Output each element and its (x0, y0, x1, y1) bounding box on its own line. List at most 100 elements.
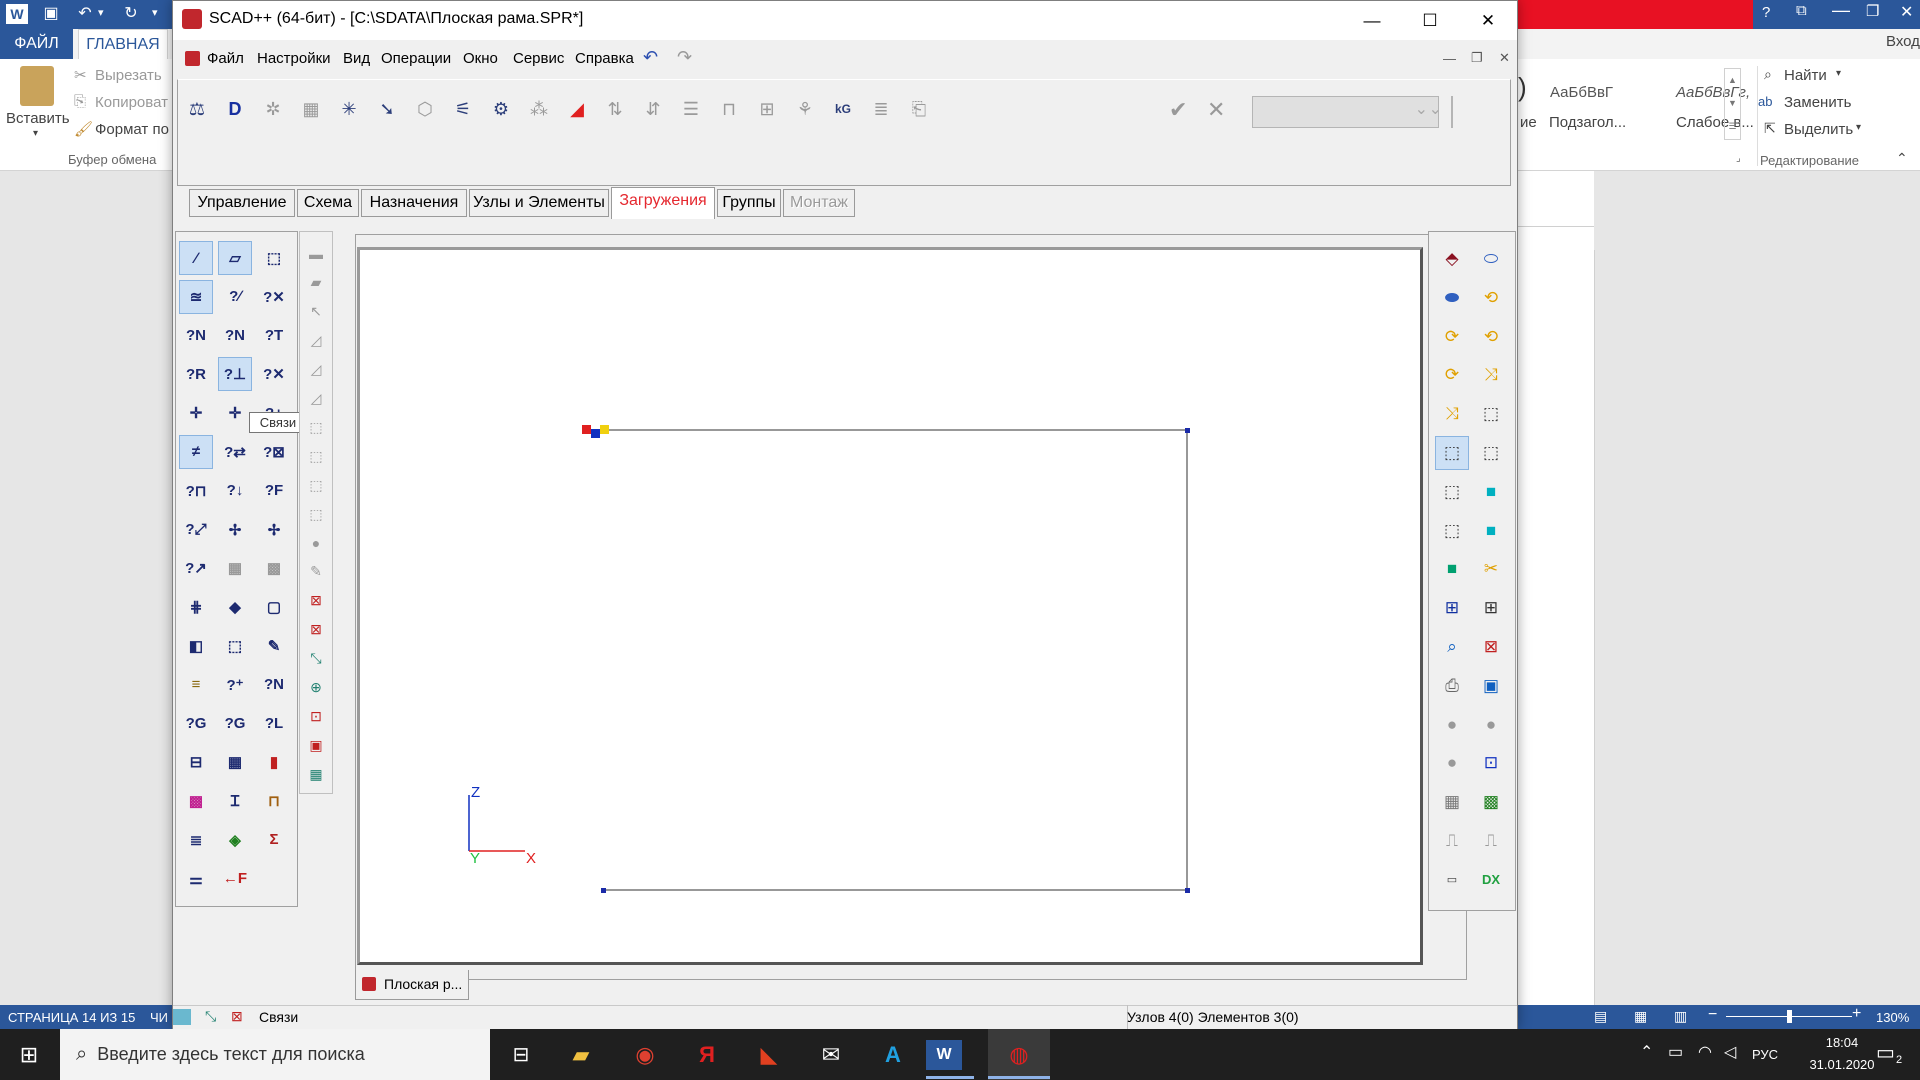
sliders-icon[interactable]: ⚌ (179, 862, 213, 896)
query-te-icon[interactable]: ?T (257, 319, 291, 353)
fragment-icon[interactable]: ⊞ (1435, 591, 1469, 625)
solid-tool-icon[interactable]: ⬚ (257, 241, 291, 275)
query-frame-icon[interactable]: ?⊠ (257, 435, 291, 469)
sec-tool-14-icon[interactable]: ⊠ (303, 617, 329, 643)
query-g-icon[interactable]: ?G (179, 707, 213, 741)
points-icon[interactable]: ⁂ (525, 95, 553, 123)
toolbar-combo-1[interactable] (1252, 96, 1439, 128)
query-l-icon[interactable]: ?L (257, 707, 291, 741)
chart-r-icon[interactable]: ▮ (257, 745, 291, 779)
scad-minimize-button[interactable]: — (1343, 1, 1401, 40)
node-star-icon[interactable]: ✳ (335, 95, 363, 123)
query-release-icon[interactable]: ?✕ (257, 357, 291, 391)
query-n-icon[interactable]: ?N (257, 668, 291, 702)
plate-icon[interactable]: ⬡ (411, 95, 439, 123)
constraints2-icon[interactable]: ✛ (218, 396, 252, 430)
d-dropdown-icon[interactable]: D (221, 95, 249, 123)
cross-node-icon[interactable]: ✢ (218, 513, 252, 547)
node-marker-yellow[interactable] (600, 425, 609, 434)
collapse-ribbon-icon[interactable]: ⌃ (1896, 150, 1908, 167)
paste-button[interactable]: Вставить (6, 110, 70, 127)
language-indicator[interactable]: РУС (1752, 1047, 1778, 1062)
autodesk-icon[interactable]: A (864, 1029, 922, 1080)
style-subtitle-name[interactable]: Подзагол... (1549, 114, 1626, 131)
sec-tool-9-icon[interactable]: ⬚ (303, 472, 329, 498)
read-mode-icon[interactable]: ▤ (1594, 1008, 1607, 1025)
fit-frame-icon[interactable]: ⊡ (1474, 746, 1508, 780)
redo-icon[interactable]: ↻ (120, 4, 142, 24)
menu-service[interactable]: Сервис (513, 50, 564, 67)
tab-file[interactable]: ФАЙЛ (0, 29, 73, 59)
page-counter[interactable]: СТРАНИЦА 14 ИЗ 15 (8, 1010, 135, 1025)
load-pattern-icon[interactable]: ⚟ (449, 95, 477, 123)
box-icon[interactable]: ▢ (257, 590, 291, 624)
node-bottom-right[interactable] (1185, 888, 1190, 893)
table-grid-icon[interactable]: ▦ (218, 745, 252, 779)
select-dropdown-icon[interactable]: ▾ (1856, 122, 1861, 133)
distributed-load-icon[interactable]: ?⊓ (179, 474, 213, 508)
tree-icon[interactable]: ⚘ (791, 95, 819, 123)
find-icon[interactable]: ⌕ (1764, 66, 1772, 83)
format-painter-button[interactable]: Формат по (95, 121, 169, 138)
sec-tool-13-icon[interactable]: ⊠ (303, 588, 329, 614)
zoom-out-icon[interactable]: − (1708, 1006, 1717, 1024)
sec-tool-17-icon[interactable]: ⊡ (303, 703, 329, 729)
marker-icon[interactable]: ◢ (563, 95, 591, 123)
menu-view[interactable]: Вид (343, 50, 370, 67)
slabs-icon[interactable]: ≡ (179, 668, 213, 702)
cross-node2-icon[interactable]: ✢ (257, 513, 291, 547)
tab-loads[interactable]: Загружения (611, 187, 715, 219)
undo-dropdown[interactable]: ▾ (98, 6, 104, 19)
notifications-icon[interactable]: ▭ (1876, 1040, 1895, 1065)
save-icon[interactable]: ▣ (40, 4, 62, 24)
scad-maximize-button[interactable]: ☐ (1401, 1, 1459, 40)
query-axes-icon[interactable]: ?↗ (179, 551, 213, 585)
query-nodes-icon[interactable]: ?✕ (257, 280, 291, 314)
styles-scroll[interactable]: ▲ ▼ ☰ (1724, 68, 1741, 140)
layers-icon[interactable]: ◈ (218, 823, 252, 857)
menu-help[interactable]: Справка (575, 50, 634, 67)
force-f-icon[interactable]: ←F (218, 862, 252, 896)
rotate-y-icon[interactable]: ⟲ (1474, 320, 1508, 354)
point-load-icon[interactable]: ?↓ (218, 474, 252, 508)
sec-tool-18-icon[interactable]: ▣ (303, 732, 329, 758)
zoom-reset-icon[interactable]: ⊠ (1474, 630, 1508, 664)
tab-assignments[interactable]: Назначения (361, 189, 467, 217)
frame-view-icon[interactable]: ⊞ (1474, 591, 1508, 625)
cut-scissors-icon[interactable]: ✂ (1474, 552, 1508, 586)
replace-button[interactable]: Заменить (1784, 94, 1851, 111)
scad-close-button[interactable]: ✕ (1459, 1, 1517, 40)
query-support-icon[interactable]: ?⊥ (218, 357, 252, 392)
task-view-icon[interactable]: ⊟ (492, 1029, 550, 1080)
tab-management[interactable]: Управление (189, 189, 295, 217)
node-top-right[interactable] (1185, 428, 1190, 433)
screenshot-icon[interactable]: ▣ (1474, 669, 1508, 703)
nodes-icon[interactable]: ✲ (259, 95, 287, 123)
folder2-icon[interactable]: ⎍ (1474, 824, 1508, 858)
chrome-icon[interactable]: ◉ (616, 1029, 674, 1080)
redo-icon[interactable]: ↷ (677, 47, 692, 68)
find-dropdown-icon[interactable]: ▾ (1836, 68, 1841, 79)
menu-window[interactable]: Окно (463, 50, 498, 67)
palette-color-icon[interactable]: ● (1435, 708, 1469, 742)
start-icon[interactable]: ⊞ (0, 1029, 58, 1080)
folder-icon[interactable]: ⎍ (1435, 824, 1469, 858)
print-icon[interactable]: ⎙ (1435, 669, 1469, 703)
word-minimize-icon[interactable]: — (1832, 0, 1850, 21)
print-layout-icon[interactable]: ▦ (1634, 1008, 1647, 1025)
renumber2-icon[interactable]: ⇵ (639, 95, 667, 123)
sigma-table-icon[interactable]: Σ (257, 823, 291, 857)
table-dim-icon[interactable]: ⊟ (179, 745, 213, 779)
rotate-x2-icon[interactable]: ⟳ (1435, 320, 1469, 354)
view-xy-icon[interactable]: ⬚ (1435, 475, 1469, 509)
sec-tool-19-icon[interactable]: ▦ (303, 761, 329, 787)
list-icon[interactable]: ≣ (867, 95, 895, 123)
sec-tool-6-icon[interactable]: ◿ (303, 385, 329, 411)
qat-more[interactable]: ▾ (152, 6, 158, 19)
rotate-z-icon[interactable]: ⤨ (1474, 358, 1508, 392)
gray-circle-icon[interactable]: ● (1474, 708, 1508, 742)
force-load-icon[interactable]: ?F (257, 474, 291, 508)
zoom-level[interactable]: 130% (1876, 1010, 1909, 1025)
file-explorer-icon[interactable]: ▰ (552, 1029, 610, 1080)
cube-icon[interactable]: ⬚ (218, 629, 252, 663)
